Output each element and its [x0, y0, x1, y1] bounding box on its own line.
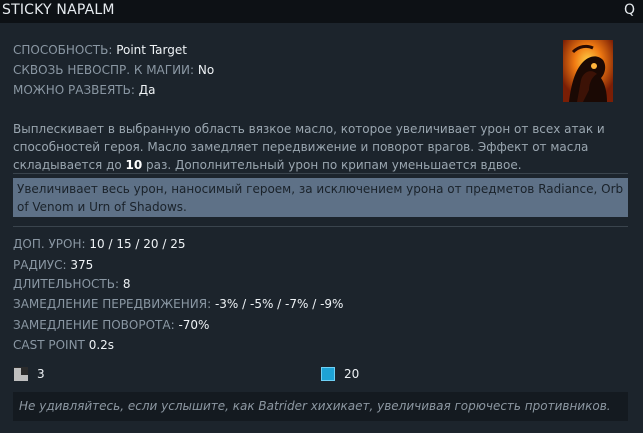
stat-value: 10 / 15 / 20 / 25 — [89, 237, 186, 251]
property-value: Point Target — [116, 43, 187, 57]
property-value: No — [197, 63, 215, 77]
mana-icon — [321, 367, 335, 381]
manacost-value: 20 — [344, 367, 359, 381]
stat-value: 375 — [70, 258, 94, 272]
lore-text: Не удивляйтесь, если услышите, как Batri… — [13, 392, 628, 421]
cooldown-text: 3 — [37, 367, 45, 381]
stat-label: РАДИУС: — [13, 258, 67, 272]
stat-value: -3% / -5% / -7% / -9% — [214, 297, 344, 311]
cooldown-value: 3 — [37, 367, 45, 381]
sticky-napalm-ability-icon — [563, 40, 613, 102]
property-dispellable: МОЖНО РАЗВЕЯТЬ: Да — [13, 83, 155, 97]
stat-label: CAST POINT — [13, 338, 85, 352]
property-ability-type: СПОСОБНОСТЬ: Point Target — [13, 43, 187, 57]
property-label: МОЖНО РАЗВЕЯТЬ: — [13, 83, 135, 97]
stat-label: ЗАМЕДЛЕНИЕ ПЕРЕДВИЖЕНИЯ: — [13, 297, 212, 311]
property-pierce-immunity: СКВОЗЬ НЕВОСПР. К МАГИИ: No — [13, 63, 214, 77]
stat-label: ЗАМЕДЛЕНИЕ ПОВОРОТА: — [13, 318, 175, 332]
stat-cast-point: CAST POINT 0.2s — [13, 338, 114, 352]
stat-label: ДЛИТЕЛЬНОСТЬ: — [13, 277, 119, 291]
stat-radius: РАДИУС: 375 — [13, 258, 93, 272]
stat-value: 0.2s — [88, 338, 115, 352]
property-label: СПОСОБНОСТЬ: — [13, 43, 113, 57]
manacost-text: 20 — [344, 367, 360, 381]
stat-movement-slow: ЗАМЕДЛЕНИЕ ПЕРЕДВИЖЕНИЯ: -3% / -5% / -7%… — [13, 297, 343, 311]
tooltip-header: STICKY NAPALM Q — [0, 0, 643, 23]
ability-name: STICKY NAPALM — [2, 2, 115, 18]
stat-turn-slow: ЗАМЕДЛЕНИЕ ПОВОРОТА: -70% — [13, 318, 209, 332]
stack-count: 10 — [125, 158, 143, 172]
stat-bonus-damage: ДОП. УРОН: 10 / 15 / 20 / 25 — [13, 237, 185, 251]
stat-value: 8 — [122, 277, 131, 291]
stat-label: ДОП. УРОН: — [13, 237, 86, 251]
property-label: СКВОЗЬ НЕВОСПР. К МАГИИ: — [13, 63, 195, 77]
property-value: Да — [138, 83, 156, 97]
upgrade-note: Увеличивает весь урон, наносимый героем,… — [13, 178, 628, 217]
stat-duration: ДЛИТЕЛЬНОСТЬ: 8 — [13, 277, 130, 291]
cooldown-icon — [14, 367, 28, 381]
ability-hotkey: Q — [623, 2, 635, 18]
stat-value: -70% — [178, 318, 210, 332]
description-text-end: раз. Дополнительный урон по крипам умень… — [142, 158, 522, 172]
divider — [13, 173, 628, 174]
divider — [13, 226, 628, 227]
ability-description: Выплескивает в выбранную область вязкое … — [13, 120, 623, 174]
